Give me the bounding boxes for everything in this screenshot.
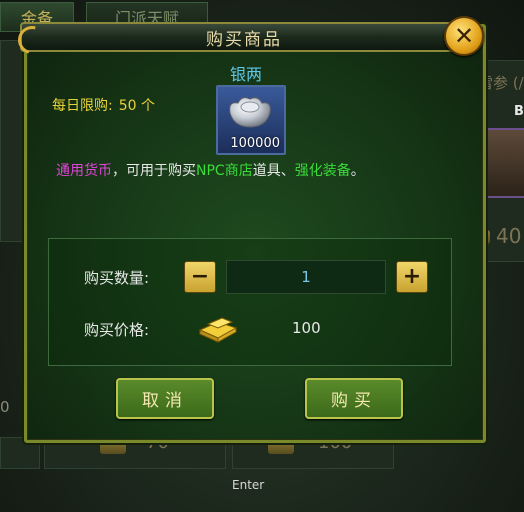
minus-icon: − bbox=[190, 264, 210, 289]
daily-limit-value: 50 个 bbox=[118, 98, 155, 114]
decrease-quantity-button[interactable]: − bbox=[184, 261, 216, 293]
increase-quantity-button[interactable]: + bbox=[396, 261, 428, 293]
price-label: 购买价格: bbox=[84, 321, 150, 339]
desc-enhance-highlight: 强化装备 bbox=[294, 163, 351, 179]
item-icon-quantity: 100000 bbox=[230, 136, 280, 151]
enter-key-hint: Enter bbox=[232, 478, 265, 492]
dialog-title: 购买商品 bbox=[206, 29, 282, 50]
desc-text: 道具、 bbox=[252, 163, 295, 179]
quantity-label: 购买数量: bbox=[84, 269, 150, 287]
purchase-panel bbox=[48, 238, 452, 366]
desc-currency-highlight: 通用货币 bbox=[56, 163, 112, 179]
buy-button[interactable]: 购买 bbox=[305, 378, 403, 419]
cancel-button[interactable]: 取消 bbox=[116, 378, 214, 419]
bg-right-letter: B bbox=[514, 104, 524, 119]
close-icon: ✕ bbox=[453, 22, 475, 50]
plus-icon: + bbox=[402, 264, 422, 289]
desc-text: 。 bbox=[350, 163, 365, 179]
quantity-input[interactable]: 1 bbox=[226, 260, 386, 294]
item-icon-slot[interactable]: 100000 bbox=[216, 85, 286, 155]
daily-limit: 每日限购: 50 个 bbox=[52, 95, 155, 115]
silver-ingot-icon bbox=[229, 97, 271, 128]
close-button[interactable]: ✕ bbox=[444, 16, 484, 56]
price-value: 100 bbox=[292, 319, 321, 337]
desc-text: ，可用于购买 bbox=[112, 163, 196, 179]
gold-ingot-icon bbox=[198, 317, 238, 343]
dialog-title-bar: 购买商品 bbox=[12, 20, 468, 60]
desc-npc-shop-highlight: NPC商店 bbox=[196, 163, 253, 179]
bg-right-price: 40 bbox=[496, 224, 522, 248]
item-description: 通用货币，可用于购买NPC商店道具、强化装备。 bbox=[56, 160, 365, 180]
quantity-value: 1 bbox=[301, 268, 311, 286]
bg-left-price: 0 bbox=[0, 398, 10, 416]
daily-limit-label: 每日限购: bbox=[52, 98, 113, 114]
item-name: 银两 bbox=[230, 65, 263, 84]
bg-left-panel bbox=[0, 40, 24, 242]
